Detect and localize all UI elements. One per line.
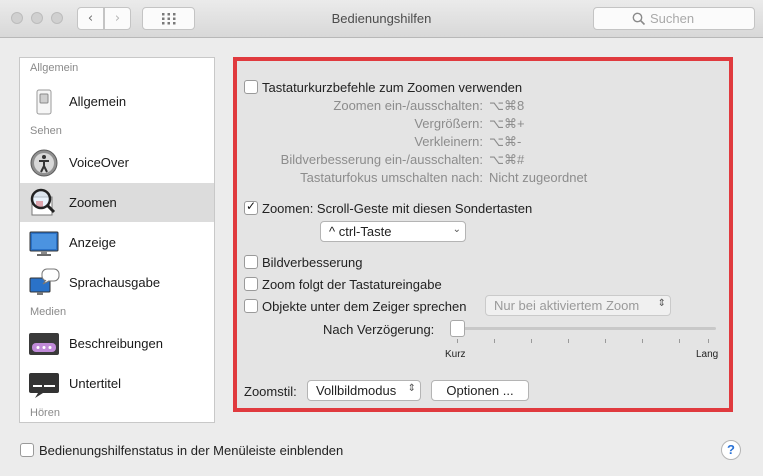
sidebar-item-label: Zoomen bbox=[69, 195, 117, 210]
search-field[interactable] bbox=[593, 7, 755, 30]
speech-icon bbox=[28, 267, 60, 299]
shortcut-label: Verkleinern: bbox=[414, 134, 483, 149]
zoom-style-label: Zoomstil: bbox=[244, 384, 297, 399]
shortcut-label: Zoomen ein-/ausschalten: bbox=[333, 98, 483, 113]
shortcut-label: Tastaturfokus umschalten nach: bbox=[300, 170, 483, 185]
scroll-gesture-checkbox[interactable] bbox=[244, 199, 258, 215]
slider-tick bbox=[605, 339, 606, 343]
chevron-down-icon: ⌄ bbox=[452, 224, 461, 235]
shortcut-keys: ⌥⌘# bbox=[489, 152, 525, 167]
delay-slider-knob[interactable] bbox=[450, 320, 465, 337]
menubar-status-checkbox[interactable] bbox=[20, 443, 34, 457]
sidebar-item-label: Allgemein bbox=[69, 94, 127, 109]
slider-tick bbox=[708, 339, 709, 343]
updown-arrows-icon: ⇕ bbox=[657, 298, 666, 309]
sidebar-item-zoomen[interactable]: Zoomen bbox=[20, 183, 214, 222]
voiceover-icon bbox=[28, 147, 60, 179]
slider-tick bbox=[531, 339, 532, 343]
shortcut-keys: Nicht zugeordnet bbox=[489, 170, 588, 185]
slider-tick bbox=[457, 339, 458, 343]
shortcut-label: Vergrößern: bbox=[414, 116, 483, 131]
sidebar-item-label: VoiceOver bbox=[69, 155, 129, 170]
speak-condition-popup[interactable]: Nur bei aktiviertem Zoom ⇕ bbox=[485, 295, 671, 316]
help-button[interactable]: ? bbox=[721, 440, 741, 460]
search-input[interactable] bbox=[650, 11, 750, 26]
sidebar: Allgemein Allgemein Sehen VoiceOver Zoom… bbox=[19, 57, 215, 423]
modifier-key-value: ^ ctrl-Taste bbox=[329, 224, 392, 239]
scroll-gesture-checkbox-label: Zoomen: Scroll-Geste mit diesen Sonderta… bbox=[262, 201, 533, 216]
zoom-settings-panel: Tastaturkurzbefehle zum Zoomen verwenden… bbox=[233, 57, 733, 412]
shortcuts-checkbox[interactable] bbox=[244, 80, 258, 94]
category-sehen: Sehen bbox=[30, 125, 62, 137]
sidebar-item-label: Beschreibungen bbox=[69, 336, 163, 351]
speak-items-checkbox[interactable] bbox=[244, 299, 258, 313]
category-allgemein: Allgemein bbox=[30, 62, 79, 74]
shortcut-keys: ⌥⌘8 bbox=[489, 98, 525, 113]
category-hoeren: Hören bbox=[30, 407, 60, 419]
updown-arrows-icon: ⇕ bbox=[407, 383, 416, 394]
speak-items-checkbox-label: Objekte unter dem Zeiger sprechen bbox=[262, 299, 467, 314]
modifier-key-popup[interactable]: ^ ctrl-Taste ⌄ bbox=[320, 221, 466, 242]
shortcut-label: Bildverbesserung ein-/ausschalten: bbox=[280, 152, 483, 167]
delay-slider-track[interactable] bbox=[450, 327, 716, 330]
slider-tick bbox=[642, 339, 643, 343]
slider-tick bbox=[679, 339, 680, 343]
shortcut-keys: ⌥⌘- bbox=[489, 134, 522, 149]
delay-min-label: Kurz bbox=[445, 349, 466, 360]
speak-condition-value: Nur bei aktiviertem Zoom bbox=[494, 298, 640, 313]
delay-max-label: Lang bbox=[696, 349, 719, 360]
switch-icon bbox=[28, 86, 60, 118]
display-icon bbox=[28, 227, 60, 259]
sidebar-item-label: Anzeige bbox=[69, 235, 116, 250]
sidebar-item-label: Untertitel bbox=[69, 376, 122, 391]
options-button[interactable]: Optionen ... bbox=[431, 380, 529, 401]
sidebar-item-beschreibungen[interactable]: Beschreibungen bbox=[20, 324, 214, 363]
smoothing-checkbox[interactable] bbox=[244, 255, 258, 269]
zoom-icon bbox=[28, 187, 60, 219]
delay-label: Nach Verzögerung: bbox=[323, 322, 435, 337]
shortcut-keys: ⌥⌘+ bbox=[489, 116, 525, 131]
zoom-style-value: Vollbildmodus bbox=[316, 383, 397, 398]
slider-tick bbox=[494, 339, 495, 343]
sidebar-item-allgemein[interactable]: Allgemein bbox=[20, 82, 214, 121]
sidebar-item-label: Sprachausgabe bbox=[69, 275, 161, 290]
smoothing-checkbox-label: Bildverbesserung bbox=[262, 255, 363, 270]
sidebar-item-anzeige[interactable]: Anzeige bbox=[20, 223, 214, 262]
slider-tick bbox=[568, 339, 569, 343]
follow-focus-checkbox[interactable] bbox=[244, 277, 258, 291]
category-medien: Medien bbox=[30, 306, 67, 318]
search-icon bbox=[632, 12, 646, 26]
title-bar: ‹ › Bedienungshilfen bbox=[0, 0, 763, 38]
zoom-style-popup[interactable]: Vollbildmodus ⇕ bbox=[307, 380, 421, 401]
sidebar-item-untertitel[interactable]: Untertitel bbox=[20, 364, 214, 403]
sidebar-item-voiceover[interactable]: VoiceOver bbox=[20, 143, 214, 182]
menubar-status-label: Bedienungshilfenstatus in der Menüleiste… bbox=[39, 443, 344, 458]
sidebar-item-sprachausgabe[interactable]: Sprachausgabe bbox=[20, 263, 214, 302]
follow-focus-checkbox-label: Zoom folgt der Tastatureingabe bbox=[262, 277, 442, 292]
descriptions-icon bbox=[28, 328, 60, 360]
shortcuts-checkbox-label: Tastaturkurzbefehle zum Zoomen verwenden bbox=[262, 80, 523, 95]
captions-icon bbox=[28, 368, 60, 400]
